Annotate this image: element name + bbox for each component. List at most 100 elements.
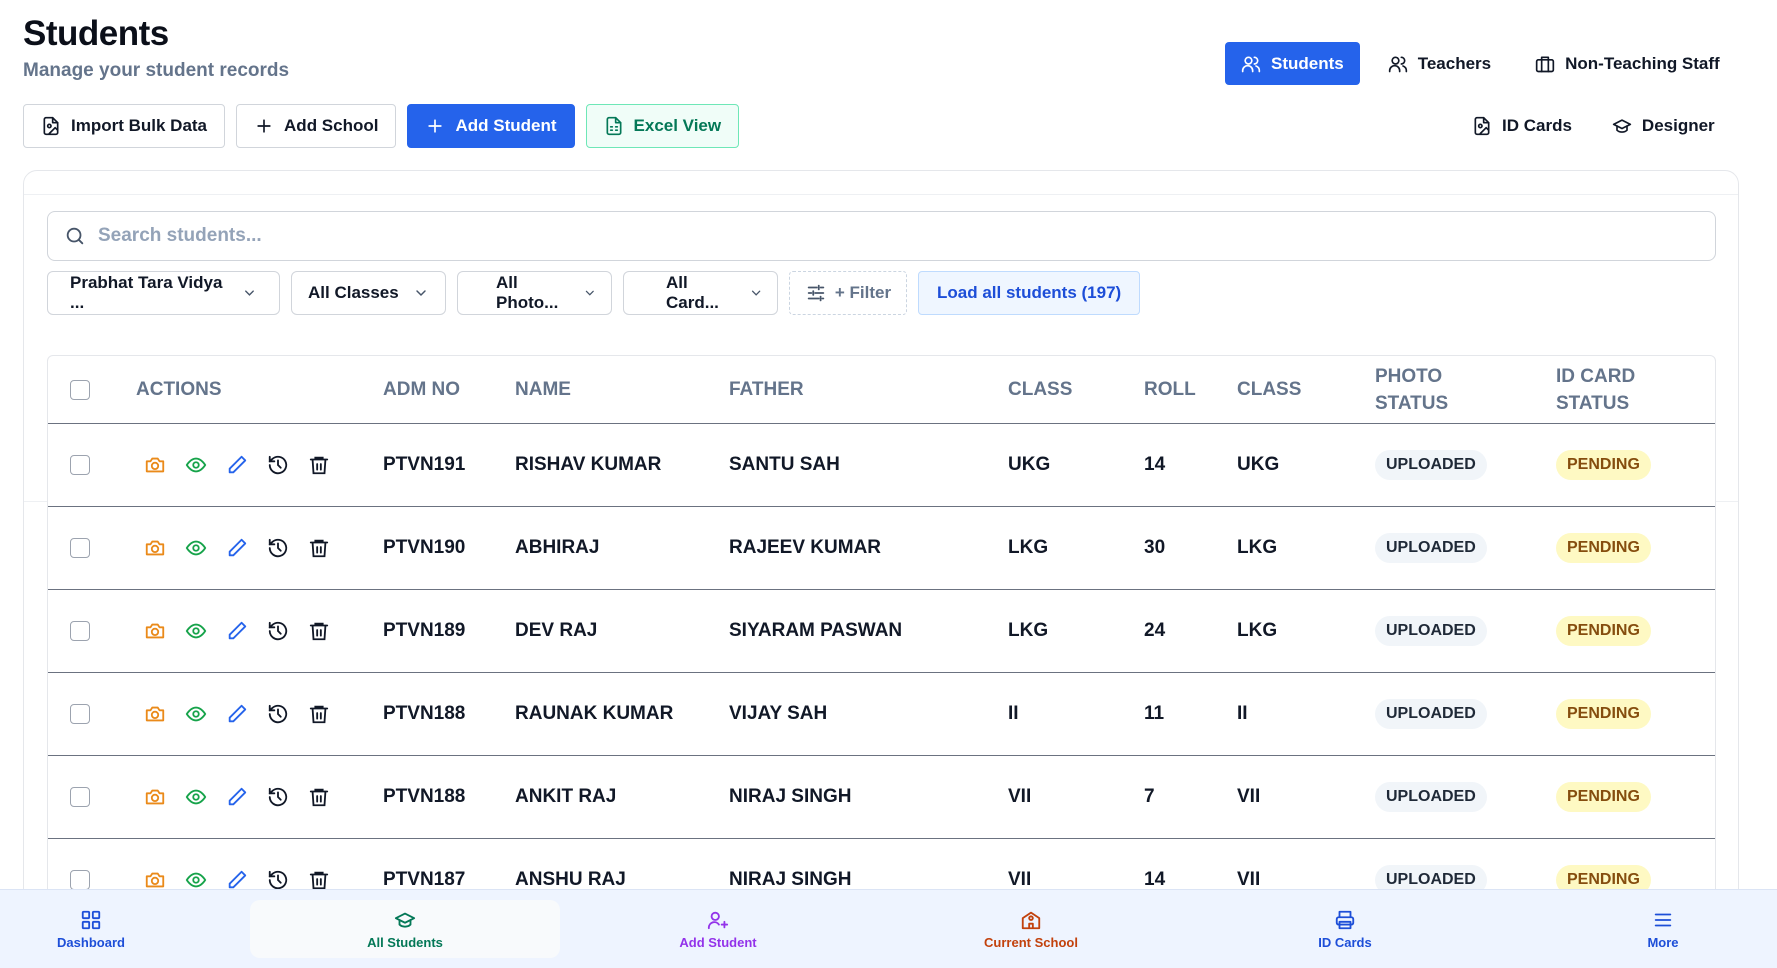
header-roll[interactable]: ROLL: [1144, 356, 1196, 423]
history-icon[interactable]: [267, 703, 289, 725]
bottom-nav-dashboard[interactable]: Dashboard: [45, 890, 137, 968]
eye-icon[interactable]: [185, 454, 207, 476]
bottom-nav-current-school[interactable]: Current School: [966, 890, 1096, 968]
plus-icon: [428, 119, 443, 133]
users-icon: [1241, 56, 1261, 72]
header-id-card-status[interactable]: ID CARD STATUS: [1556, 356, 1635, 423]
table-row[interactable]: PTVN189 DEV RAJ SIYARAM PASWAN LKG 24 LK…: [48, 590, 1715, 673]
header-name[interactable]: NAME: [515, 356, 571, 423]
trash-icon[interactable]: [308, 454, 330, 476]
row-checkbox[interactable]: [70, 538, 90, 558]
trash-icon[interactable]: [308, 869, 330, 891]
graduation-cap-icon: [394, 912, 416, 928]
eye-icon[interactable]: [185, 786, 207, 808]
cell-id-card-status: PENDING: [1556, 424, 1651, 506]
header-photo-status[interactable]: PHOTO STATUS: [1375, 356, 1448, 423]
eye-icon[interactable]: [185, 537, 207, 559]
bottom-nav-id-cards[interactable]: ID Cards: [1300, 890, 1390, 968]
bottom-nav-add-student[interactable]: Add Student: [660, 890, 776, 968]
cell-photo-status: UPLOADED: [1375, 590, 1487, 672]
trash-icon[interactable]: [308, 703, 330, 725]
school-icon: [1021, 911, 1041, 930]
pencil-icon[interactable]: [226, 703, 248, 725]
import-bulk-data-button[interactable]: Import Bulk Data: [23, 104, 226, 148]
add-school-label: Add School: [284, 116, 379, 135]
tab-teachers[interactable]: Teachers: [1372, 42, 1507, 85]
row-checkbox[interactable]: [70, 870, 90, 890]
table-row[interactable]: PTVN188 ANKIT RAJ NIRAJ SINGH VII 7 VII …: [48, 756, 1715, 839]
row-checkbox[interactable]: [70, 621, 90, 641]
add-student-button[interactable]: Add Student: [407, 104, 575, 148]
tab-non-teaching-staff[interactable]: Non-Teaching Staff: [1519, 42, 1736, 85]
row-actions: [144, 424, 330, 506]
camera-icon[interactable]: [144, 620, 166, 642]
trash-icon[interactable]: [308, 537, 330, 559]
header-adm-no[interactable]: ADM NO: [383, 356, 460, 423]
cell-father: RAJEEV KUMAR: [729, 537, 882, 558]
designer-button[interactable]: Designer: [1602, 104, 1725, 148]
select-all-checkbox[interactable]: [70, 379, 90, 400]
table-row[interactable]: PTVN188 RAUNAK KUMAR VIJAY SAH II 11 II …: [48, 673, 1715, 756]
search-input[interactable]: [98, 225, 1698, 247]
table-body: PTVN191 RISHAV KUMAR SANTU SAH UKG 14 UK…: [48, 424, 1715, 922]
eye-icon[interactable]: [185, 620, 207, 642]
id-cards-button[interactable]: ID Cards: [1462, 104, 1582, 148]
cell-class: LKG: [1008, 620, 1049, 641]
search-icon: [66, 227, 84, 245]
header-id-card-status-line2: STATUS: [1556, 392, 1630, 414]
cell-name: ABHIRAJ: [515, 537, 600, 558]
row-checkbox[interactable]: [70, 704, 90, 724]
bottom-nav-all-students[interactable]: All Students: [250, 900, 560, 958]
history-icon[interactable]: [267, 786, 289, 808]
add-school-button[interactable]: Add School: [236, 104, 397, 148]
bottom-nav-id-cards-label: ID Cards: [1318, 935, 1372, 950]
row-checkbox[interactable]: [70, 787, 90, 807]
trash-icon[interactable]: [308, 620, 330, 642]
toolbar: Import Bulk Data Add School Add Student …: [23, 104, 740, 148]
row-checkbox[interactable]: [70, 455, 90, 475]
photo-status-badge: UPLOADED: [1375, 533, 1487, 563]
pencil-icon[interactable]: [226, 869, 248, 891]
id-card-status-badge: PENDING: [1556, 450, 1651, 480]
school-select[interactable]: Prabhat Tara Vidya ...: [47, 271, 280, 315]
table-row[interactable]: PTVN190 ABHIRAJ RAJEEV KUMAR LKG 30 LKG …: [48, 507, 1715, 590]
camera-icon[interactable]: [144, 786, 166, 808]
pencil-icon[interactable]: [226, 537, 248, 559]
header-photo-status-line2: STATUS: [1375, 392, 1449, 414]
cell-photo-status: UPLOADED: [1375, 673, 1487, 755]
chevron-down-icon: [751, 290, 761, 296]
pencil-icon[interactable]: [226, 620, 248, 642]
card-status-select[interactable]: All Card...: [623, 271, 778, 315]
history-icon[interactable]: [267, 537, 289, 559]
excel-view-button[interactable]: Excel View: [585, 104, 740, 148]
pencil-icon[interactable]: [226, 454, 248, 476]
header-father[interactable]: FATHER: [729, 356, 804, 423]
load-all-students-button[interactable]: Load all students (197): [918, 271, 1141, 315]
user-plus-icon: [707, 911, 729, 930]
add-filter-button[interactable]: + Filter: [789, 271, 907, 315]
file-image-icon: [43, 116, 59, 136]
row-select-cell: [70, 424, 90, 506]
header-class-2[interactable]: CLASS: [1237, 356, 1301, 423]
header-class[interactable]: CLASS: [1008, 356, 1072, 423]
photo-status-select[interactable]: All Photo...: [457, 271, 612, 315]
eye-icon[interactable]: [185, 703, 207, 725]
add-student-label: Add Student: [455, 116, 557, 135]
eye-icon[interactable]: [185, 869, 207, 891]
classes-select[interactable]: All Classes: [291, 271, 446, 315]
camera-icon[interactable]: [144, 703, 166, 725]
history-icon[interactable]: [267, 620, 289, 642]
tab-students[interactable]: Students: [1225, 42, 1360, 85]
header-actions: ACTIONS: [136, 379, 222, 400]
camera-icon[interactable]: [144, 869, 166, 891]
trash-icon[interactable]: [308, 786, 330, 808]
page-title: Students: [23, 14, 169, 53]
history-icon[interactable]: [267, 869, 289, 891]
header-photo-status-line1: PHOTO: [1375, 365, 1443, 387]
camera-icon[interactable]: [144, 537, 166, 559]
pencil-icon[interactable]: [226, 786, 248, 808]
camera-icon[interactable]: [144, 454, 166, 476]
history-icon[interactable]: [267, 454, 289, 476]
table-row[interactable]: PTVN191 RISHAV KUMAR SANTU SAH UKG 14 UK…: [48, 424, 1715, 507]
bottom-nav-more[interactable]: More: [1620, 890, 1706, 968]
